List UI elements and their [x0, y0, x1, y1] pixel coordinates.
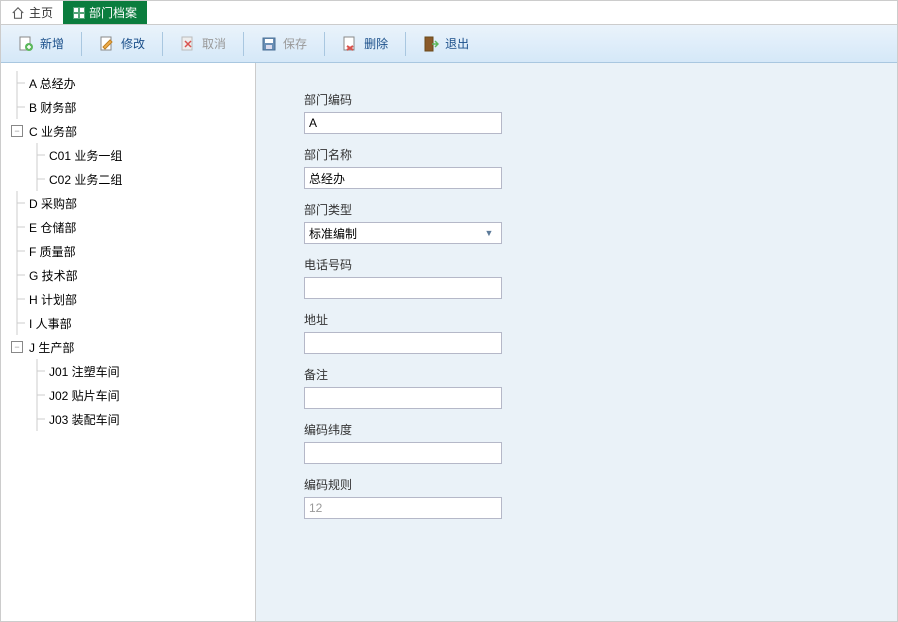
tree-node[interactable]: H 计划部	[5, 287, 251, 311]
tree-elbow	[29, 407, 45, 431]
tree-node-label[interactable]: A 总经办	[25, 73, 80, 94]
tree-node[interactable]: C02 业务二组	[5, 167, 251, 191]
cancel-icon	[180, 36, 196, 52]
tree-node[interactable]: F 质量部	[5, 239, 251, 263]
tree-elbow	[9, 95, 25, 119]
tree-node-label[interactable]: I 人事部	[25, 313, 76, 334]
label-name: 部门名称	[304, 146, 897, 163]
tree-node[interactable]: C01 业务一组	[5, 143, 251, 167]
label-type: 部门类型	[304, 201, 897, 218]
input-dim[interactable]	[304, 442, 502, 464]
tree-elbow	[9, 71, 25, 95]
department-tree: A 总经办B 财务部−C 业务部C01 业务一组C02 业务二组D 采购部E 仓…	[1, 63, 256, 621]
toolbar-separator	[243, 32, 244, 56]
label-remark: 备注	[304, 366, 897, 383]
cancel-button[interactable]: 取消	[169, 30, 237, 57]
tab-home-label: 主页	[29, 4, 53, 21]
edit-button[interactable]: 修改	[88, 30, 156, 57]
tree-node-label[interactable]: H 计划部	[25, 289, 81, 310]
form-panel: 部门编码 部门名称 部门类型 标准编制 ▼ 电话号码 地址	[256, 63, 897, 621]
tree-node[interactable]: J02 贴片车间	[5, 383, 251, 407]
tree-node-label[interactable]: D 采购部	[25, 193, 81, 214]
delete-icon	[342, 36, 358, 52]
tab-bar: 主页 部门档案	[1, 1, 897, 25]
toolbar-separator	[162, 32, 163, 56]
tree-elbow: −	[9, 335, 25, 359]
tree-node[interactable]: G 技术部	[5, 263, 251, 287]
tab-department-archive[interactable]: 部门档案	[63, 1, 147, 24]
tree-node-label[interactable]: B 财务部	[25, 97, 80, 118]
chevron-down-icon[interactable]: ▼	[481, 223, 497, 243]
label-code: 部门编码	[304, 91, 897, 108]
tree-expander-icon[interactable]: −	[11, 125, 23, 137]
combo-type-text: 标准编制	[309, 225, 481, 242]
tree-elbow: −	[9, 119, 25, 143]
tree-elbow	[9, 311, 25, 335]
label-rule: 编码规则	[304, 476, 897, 493]
tab-active-label: 部门档案	[89, 4, 137, 21]
delete-label: 删除	[364, 35, 388, 52]
home-icon	[11, 6, 25, 20]
cancel-label: 取消	[202, 35, 226, 52]
edit-label: 修改	[121, 35, 145, 52]
toolbar: 新增 修改 取消 保存 删除	[1, 25, 897, 63]
exit-button[interactable]: 退出	[412, 30, 480, 57]
tree-node[interactable]: I 人事部	[5, 311, 251, 335]
add-button[interactable]: 新增	[7, 30, 75, 57]
tree-node[interactable]: A 总经办	[5, 71, 251, 95]
combo-type[interactable]: 标准编制 ▼	[304, 222, 502, 244]
tree-node[interactable]: J03 装配车间	[5, 407, 251, 431]
toolbar-separator	[81, 32, 82, 56]
tree-expander-icon[interactable]: −	[11, 341, 23, 353]
delete-button[interactable]: 删除	[331, 30, 399, 57]
tree-elbow	[9, 263, 25, 287]
tree-elbow	[9, 215, 25, 239]
save-label: 保存	[283, 35, 307, 52]
save-button[interactable]: 保存	[250, 30, 318, 57]
input-remark[interactable]	[304, 387, 502, 409]
label-addr: 地址	[304, 311, 897, 328]
tree-elbow	[29, 383, 45, 407]
tree-node-label[interactable]: C02 业务二组	[45, 169, 126, 190]
tree-elbow	[29, 143, 45, 167]
input-addr[interactable]	[304, 332, 502, 354]
tree-node-label[interactable]: C01 业务一组	[45, 145, 126, 166]
edit-icon	[99, 36, 115, 52]
add-label: 新增	[40, 35, 64, 52]
tree-node-label[interactable]: E 仓储部	[25, 217, 80, 238]
tree-node[interactable]: E 仓储部	[5, 215, 251, 239]
tree-node[interactable]: J01 注塑车间	[5, 359, 251, 383]
label-phone: 电话号码	[304, 256, 897, 273]
tree-elbow	[29, 359, 45, 383]
tree-elbow	[9, 191, 25, 215]
input-rule	[304, 497, 502, 519]
tree-elbow	[9, 287, 25, 311]
input-phone[interactable]	[304, 277, 502, 299]
tree-elbow	[9, 239, 25, 263]
grid-icon	[73, 7, 85, 19]
exit-icon	[423, 36, 439, 52]
input-name[interactable]	[304, 167, 502, 189]
tree-node-label[interactable]: J02 贴片车间	[45, 385, 124, 406]
label-dim: 编码纬度	[304, 421, 897, 438]
save-icon	[261, 36, 277, 52]
tree-node-label[interactable]: J03 装配车间	[45, 409, 124, 430]
tree-node[interactable]: −C 业务部	[5, 119, 251, 143]
add-icon	[18, 36, 34, 52]
tree-node-label[interactable]: J 生产部	[25, 337, 78, 358]
tree-node[interactable]: B 财务部	[5, 95, 251, 119]
tree-node-label[interactable]: G 技术部	[25, 265, 82, 286]
toolbar-separator	[324, 32, 325, 56]
tree-node[interactable]: D 采购部	[5, 191, 251, 215]
input-code[interactable]	[304, 112, 502, 134]
tree-node-label[interactable]: J01 注塑车间	[45, 361, 124, 382]
toolbar-separator	[405, 32, 406, 56]
tree-node-label[interactable]: C 业务部	[25, 121, 81, 142]
tree-node[interactable]: −J 生产部	[5, 335, 251, 359]
tab-home[interactable]: 主页	[1, 1, 63, 24]
tree-elbow	[29, 167, 45, 191]
exit-label: 退出	[445, 35, 469, 52]
tree-node-label[interactable]: F 质量部	[25, 241, 80, 262]
